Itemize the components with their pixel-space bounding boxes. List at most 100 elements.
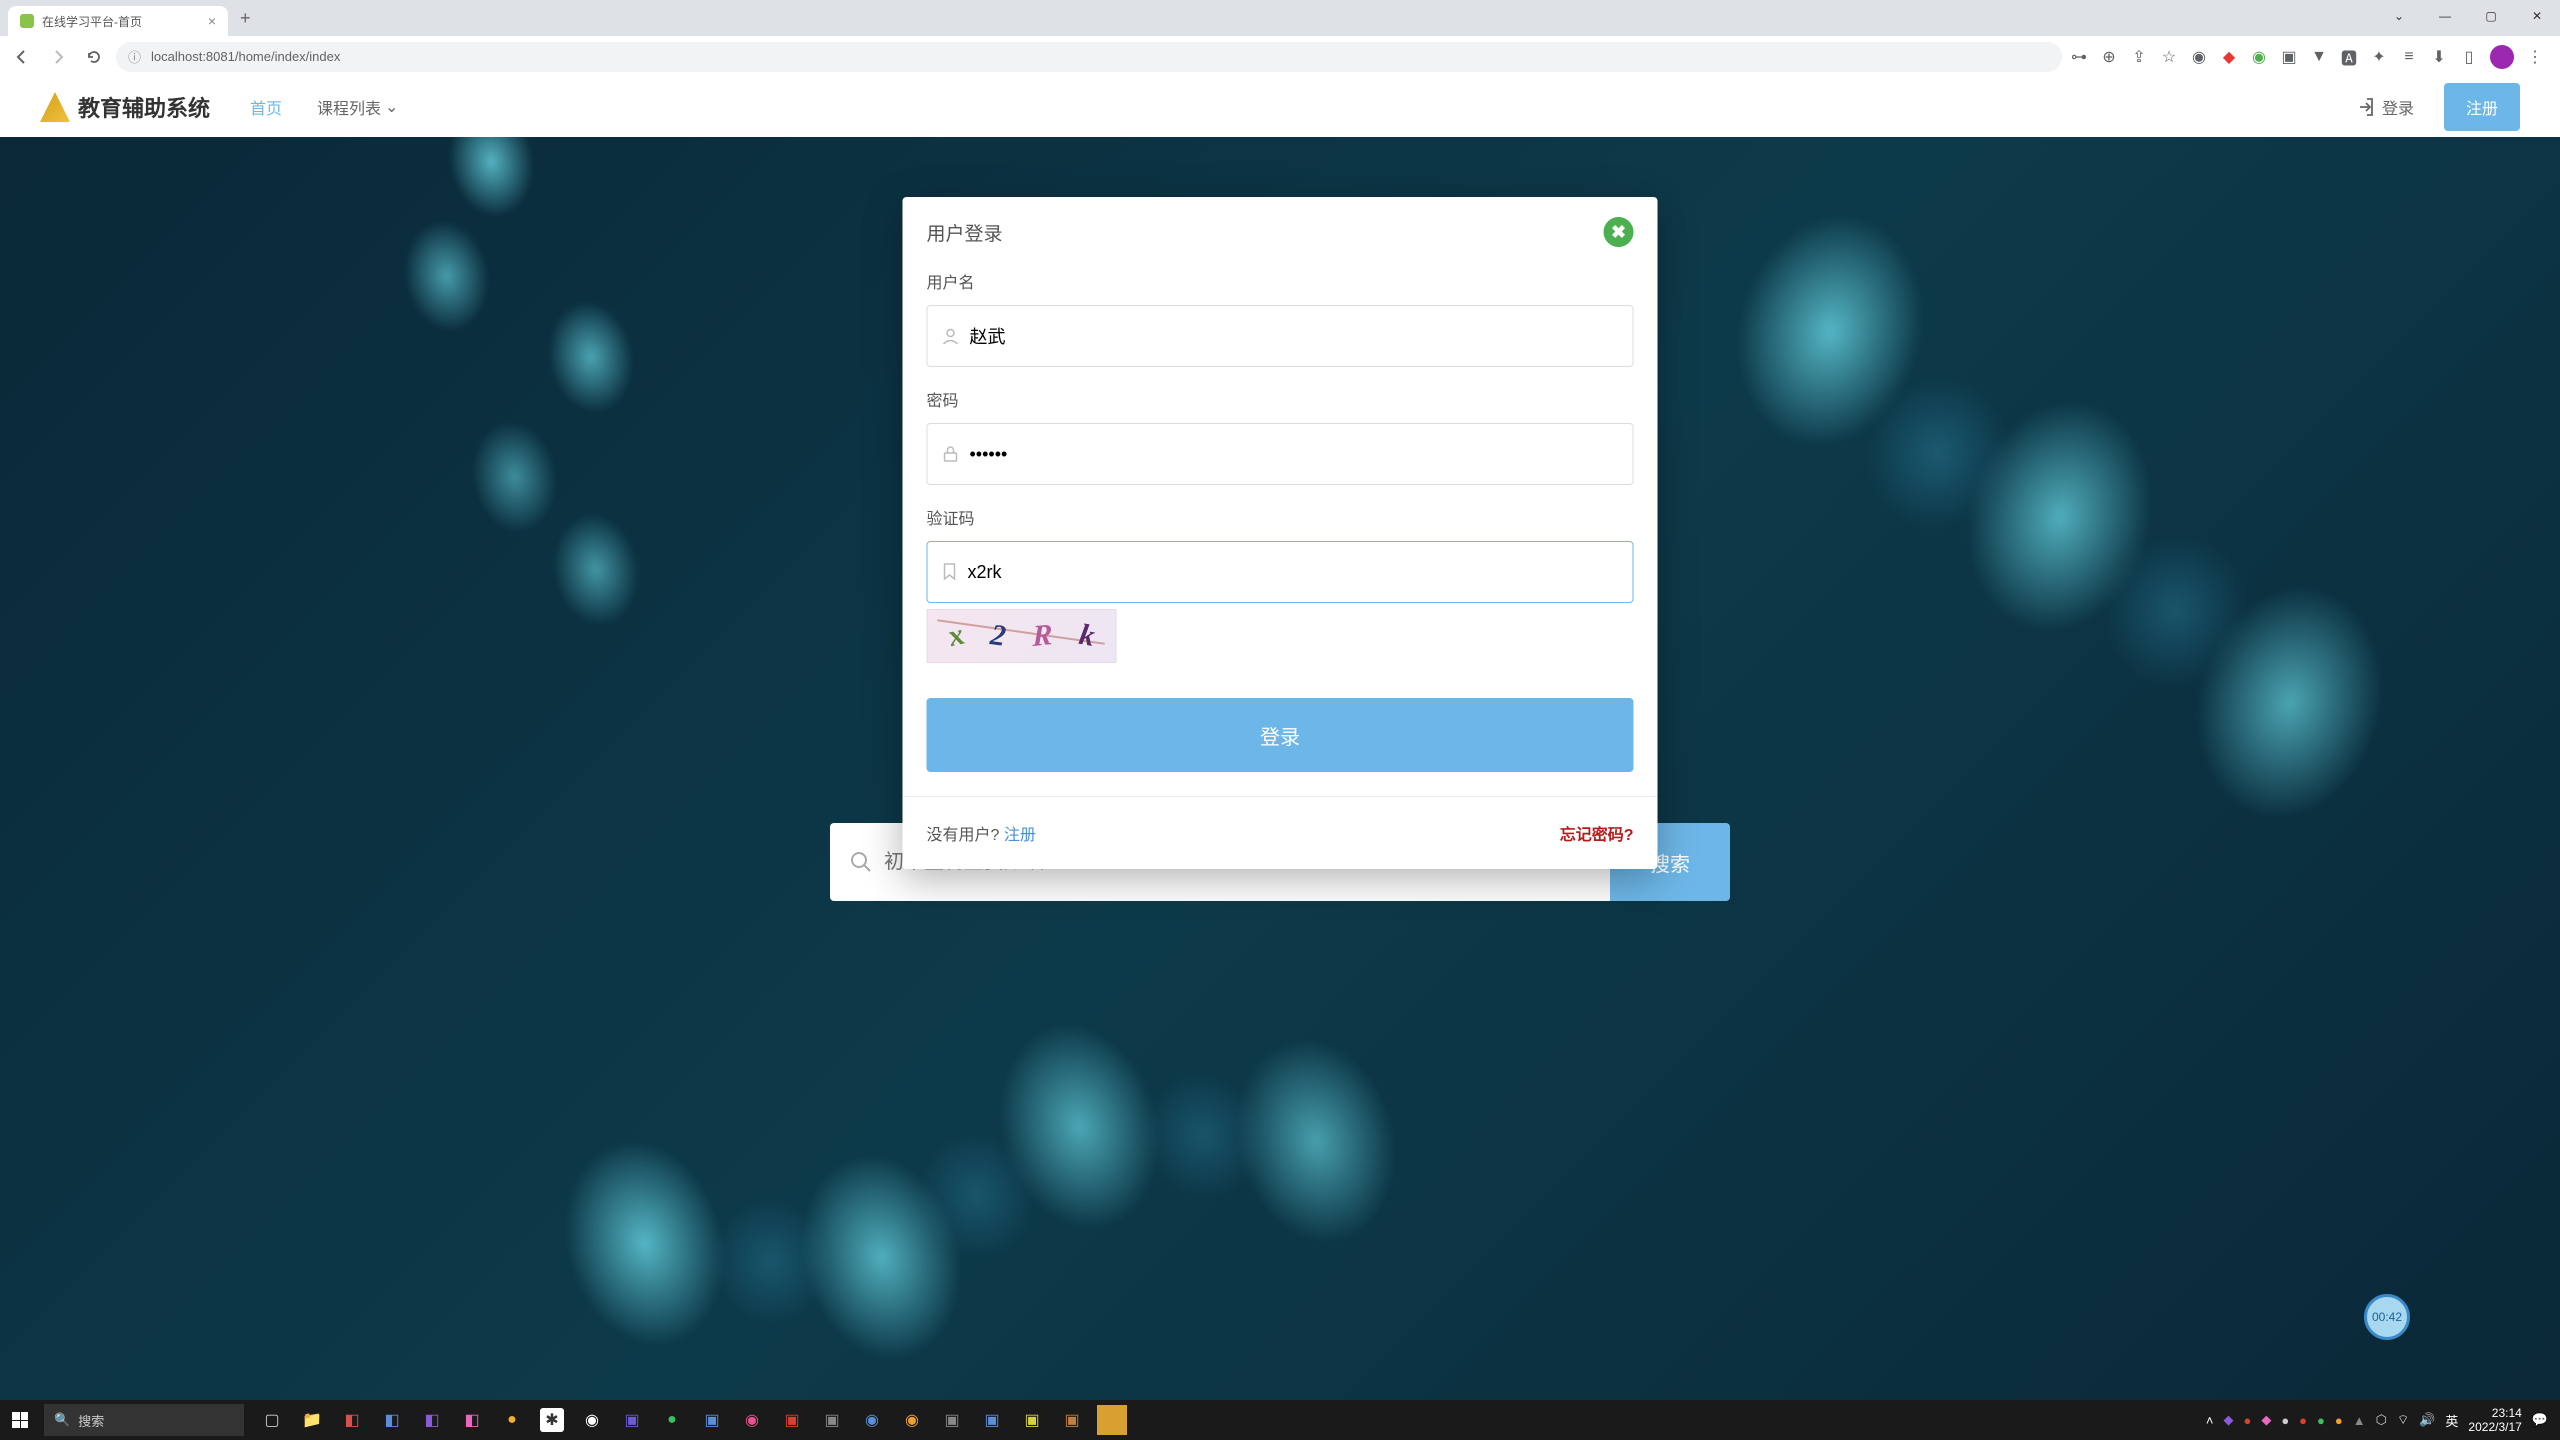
app-icon-19[interactable]: ▣ <box>1012 1400 1052 1440</box>
windows-icon <box>12 1412 28 1428</box>
brand-logo[interactable]: 教育辅助系统 <box>40 91 210 123</box>
timer-badge[interactable]: 00:42 <box>2364 1294 2410 1340</box>
key-icon[interactable]: ⊶ <box>2070 48 2088 66</box>
reading-list-icon[interactable]: ≡ <box>2400 48 2418 66</box>
browser-toolbar: ⓘ localhost:8081/home/index/index ⊶ ⊕ ⇪ … <box>0 36 2560 77</box>
nav-courses[interactable]: 课程列表 ⌄ <box>317 95 398 119</box>
sidepanel-icon[interactable]: ▯ <box>2460 48 2478 66</box>
tray-icon-6[interactable]: ● <box>2317 1413 2325 1428</box>
app-icon-11[interactable]: ▣ <box>692 1400 732 1440</box>
register-link[interactable]: 注册 <box>1004 827 1036 844</box>
extensions-icon[interactable]: ✦ <box>2370 48 2388 66</box>
bookmark-icon <box>942 563 958 581</box>
dropdown-icon[interactable]: ⌄ <box>2376 0 2422 32</box>
login-icon <box>2358 98 2376 116</box>
modal-body: 用户名 密码 验证码 <box>903 259 1658 796</box>
menu-icon[interactable]: ⋮ <box>2526 48 2544 66</box>
captcha-image[interactable]: x 2 R k <box>927 609 1117 663</box>
brand-name: 教育辅助系统 <box>78 91 210 123</box>
notifications-icon[interactable]: 💬 <box>2532 1412 2548 1428</box>
app-icon-10[interactable]: ● <box>652 1400 692 1440</box>
reload-button[interactable] <box>80 43 108 71</box>
tray-time[interactable]: 23:14 <box>2468 1406 2521 1420</box>
tray-wifi-icon[interactable]: ⌔ <box>2397 1412 2409 1428</box>
app-icon-6[interactable]: ● <box>492 1400 532 1440</box>
star-icon[interactable]: ☆ <box>2160 48 2178 66</box>
tray-expand-icon[interactable]: ˄ <box>2206 1413 2214 1428</box>
start-button[interactable] <box>0 1400 40 1440</box>
toolbar-actions: ⊶ ⊕ ⇪ ☆ ◉ ◆ ◉ ▣ ▼ 🅰 ✦ ≡ ⬇ ▯ ⋮ <box>2070 45 2552 69</box>
login-submit-button[interactable]: 登录 <box>927 698 1634 772</box>
dna-graphic-3 <box>463 852 1462 1400</box>
app-icon-1[interactable]: 📁 <box>292 1400 332 1440</box>
window-controls: ⌄ — ▢ ✕ <box>2376 0 2560 32</box>
dna-graphic-1 <box>322 137 759 809</box>
address-bar[interactable]: ⓘ localhost:8081/home/index/index <box>116 42 2062 72</box>
username-input[interactable] <box>970 306 1619 366</box>
user-icon <box>942 327 960 345</box>
tray-ime-icon[interactable]: 英 <box>2445 1411 2458 1430</box>
maximize-icon[interactable]: ▢ <box>2468 0 2514 32</box>
minimize-icon[interactable]: — <box>2422 0 2468 32</box>
tray-icon-9[interactable]: ⬡ <box>2376 1412 2387 1428</box>
app-icon-4[interactable]: ◧ <box>412 1400 452 1440</box>
forward-button[interactable] <box>44 43 72 71</box>
tray-icon-2[interactable]: ● <box>2243 1413 2251 1428</box>
tray-icon-8[interactable]: ▲ <box>2353 1413 2366 1428</box>
app-icon-13[interactable]: ▣ <box>772 1400 812 1440</box>
modal-close-button[interactable]: ✖ <box>1604 217 1634 247</box>
share-icon[interactable]: ⇪ <box>2130 48 2148 66</box>
tray-date[interactable]: 2022/3/17 <box>2468 1420 2521 1434</box>
tray-icon-5[interactable]: ● <box>2299 1413 2307 1428</box>
browser-tab[interactable]: 在线学习平台-首页 × <box>8 6 228 36</box>
app-icon-20[interactable]: ▣ <box>1052 1400 1092 1440</box>
task-view-icon[interactable]: ▢ <box>252 1400 292 1440</box>
app-icon-18[interactable]: ▣ <box>972 1400 1012 1440</box>
url-text: localhost:8081/home/index/index <box>151 49 340 64</box>
register-button[interactable]: 注册 <box>2444 83 2520 131</box>
tray-icon-4[interactable]: ● <box>2281 1413 2289 1428</box>
tray-icon-1[interactable]: ◆ <box>2223 1412 2233 1428</box>
app-icon-9[interactable]: ▣ <box>612 1400 652 1440</box>
app-icon-16[interactable]: ◉ <box>892 1400 932 1440</box>
modal-header: 用户登录 ✖ <box>903 197 1658 259</box>
app-icon-12[interactable]: ◉ <box>732 1400 772 1440</box>
close-window-icon[interactable]: ✕ <box>2514 0 2560 32</box>
download-icon[interactable]: ⬇ <box>2430 48 2448 66</box>
app-icon-8[interactable]: ◉ <box>572 1400 612 1440</box>
ext1-icon[interactable]: ◉ <box>2190 48 2208 66</box>
modal-footer: 没有用户? 注册 忘记密码? <box>903 796 1658 869</box>
ext4-icon[interactable]: ▣ <box>2280 48 2298 66</box>
tray-icon-3[interactable]: ◆ <box>2261 1412 2271 1428</box>
forgot-password-link[interactable]: 忘记密码? <box>1560 821 1634 845</box>
login-link[interactable]: 登录 <box>2358 95 2414 119</box>
tray-volume-icon[interactable]: 🔊 <box>2419 1412 2435 1428</box>
ext2-icon[interactable]: ◆ <box>2220 48 2238 66</box>
main-nav: 首页 课程列表 ⌄ <box>250 95 398 119</box>
app-icon-2[interactable]: ◧ <box>332 1400 372 1440</box>
profile-avatar-icon[interactable] <box>2490 45 2514 69</box>
back-button[interactable] <box>8 43 36 71</box>
nav-home[interactable]: 首页 <box>250 95 282 119</box>
translate-icon[interactable]: 🅰 <box>2340 48 2358 66</box>
app-icon-21[interactable] <box>1097 1405 1127 1435</box>
app-icon-7[interactable]: ✱ <box>540 1408 564 1432</box>
taskbar-search[interactable]: 🔍 搜索 <box>44 1404 244 1436</box>
captcha-input[interactable] <box>968 542 1619 602</box>
app-icon-14[interactable]: ▣ <box>812 1400 852 1440</box>
app-icon-3[interactable]: ◧ <box>372 1400 412 1440</box>
password-input[interactable] <box>970 424 1619 484</box>
ext3-icon[interactable]: ◉ <box>2250 48 2268 66</box>
site-info-icon[interactable]: ⓘ <box>128 47 141 66</box>
app-icon-15[interactable]: ◉ <box>852 1400 892 1440</box>
tray-icon-7[interactable]: ● <box>2335 1413 2343 1428</box>
zoom-icon[interactable]: ⊕ <box>2100 48 2118 66</box>
ext5-icon[interactable]: ▼ <box>2310 48 2328 66</box>
search-icon <box>850 851 872 873</box>
app-icon-17[interactable]: ▣ <box>932 1400 972 1440</box>
username-label: 用户名 <box>927 269 1634 293</box>
tab-close-icon[interactable]: × <box>208 13 216 29</box>
site-header: 教育辅助系统 首页 课程列表 ⌄ 登录 注册 <box>0 77 2560 137</box>
new-tab-button[interactable]: + <box>240 8 251 29</box>
app-icon-5[interactable]: ◧ <box>452 1400 492 1440</box>
